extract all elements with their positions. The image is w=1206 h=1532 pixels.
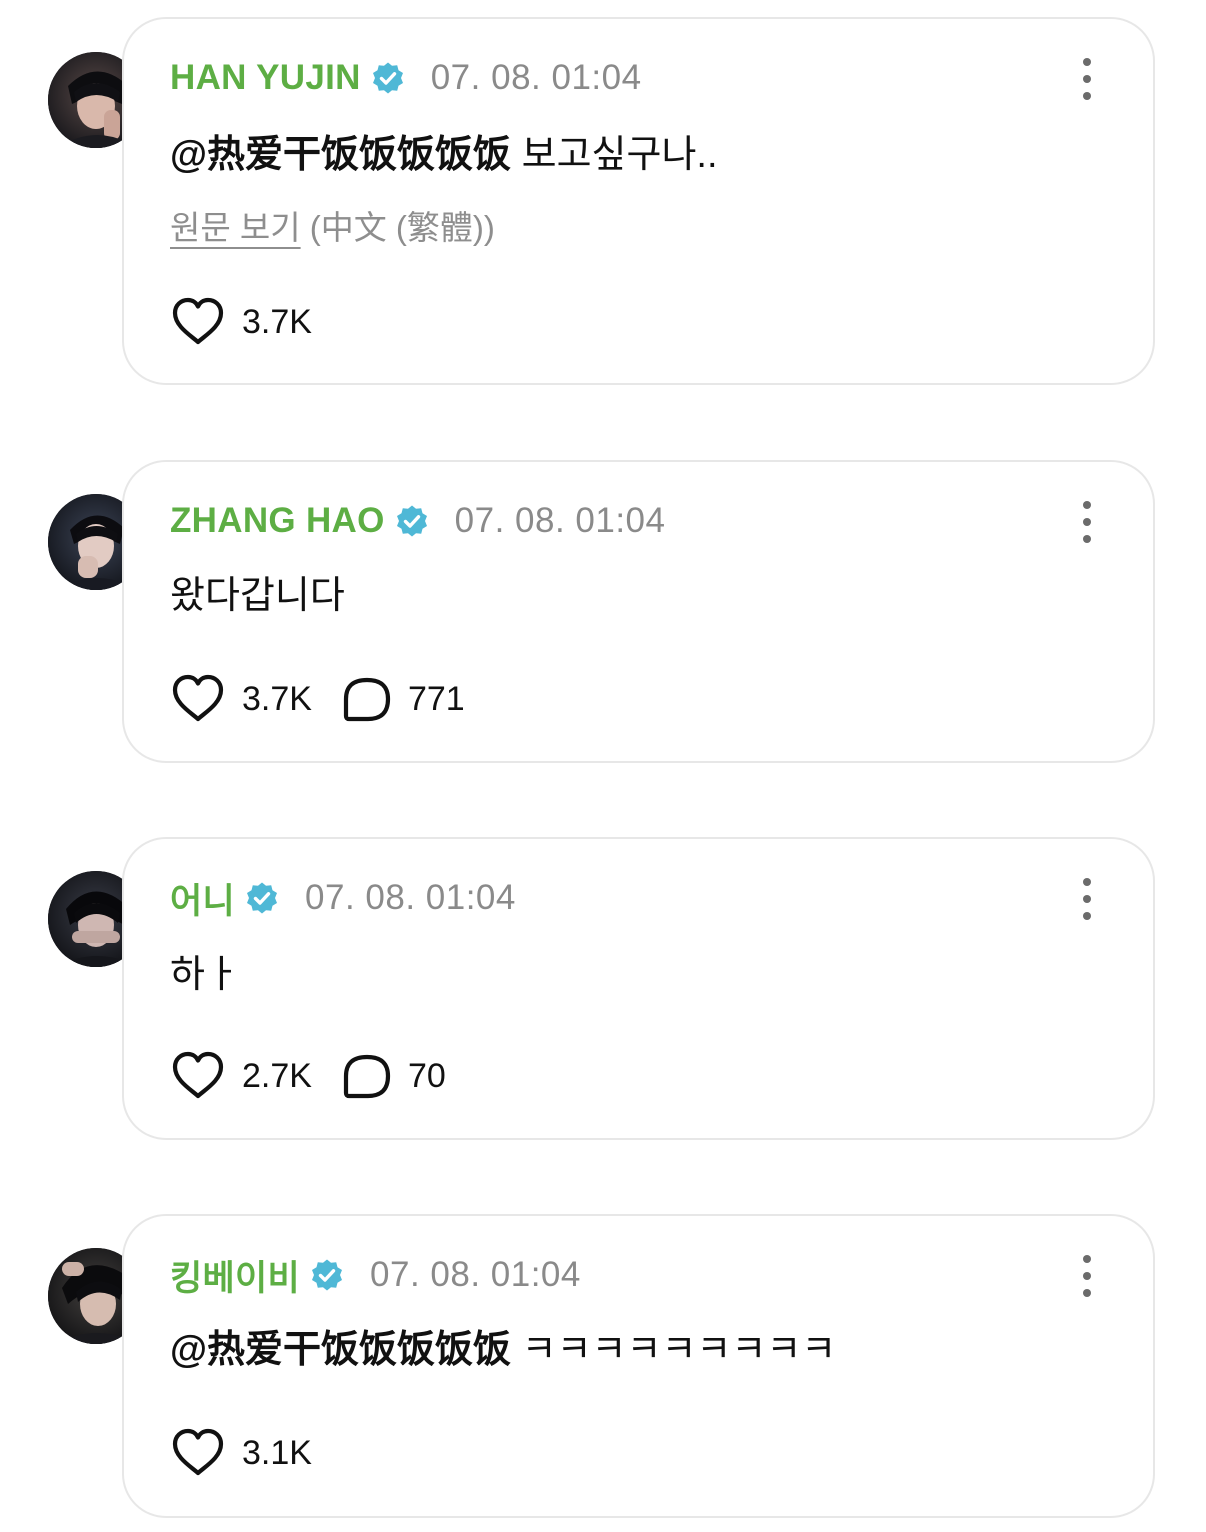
like-button[interactable]: 3.7K (170, 297, 312, 347)
like-count: 2.7K (242, 1056, 312, 1095)
like-button[interactable]: 3.1K (170, 1428, 312, 1478)
comment-card: ZHANG HAO 07. 08. 01:04 왔다갑니다 3.7K 771 (122, 460, 1155, 763)
comment-card: 어니 07. 08. 01:04 하ㅏ 2.7K 70 (122, 837, 1155, 1140)
comment-text: @热爱干饭饭饭饭饭 보고싶구나.. (170, 123, 718, 178)
heart-outline-icon (172, 674, 224, 722)
comment-feed: HAN YUJIN 07. 08. 01:04 @热爱干饭饭饭饭饭 보고싶구나.… (0, 0, 1206, 1532)
like-button[interactable]: 2.7K (170, 1051, 312, 1101)
more-options-icon[interactable] (1079, 57, 1095, 101)
comment-body: ㅋㅋㅋㅋㅋㅋㅋㅋㅋ (511, 1329, 837, 1371)
comment-card: HAN YUJIN 07. 08. 01:04 @热爱干饭饭饭饭饭 보고싶구나.… (122, 17, 1155, 385)
comment-body: 보고싶구나.. (511, 134, 718, 176)
comment-body: 하ㅏ (170, 954, 240, 996)
comment-text: 왔다갑니다 (170, 564, 345, 619)
comment-body: 왔다갑니다 (170, 575, 345, 617)
speech-bubble-icon (343, 1054, 391, 1099)
comment-text: @热爱干饭饭饭饭饭 ㅋㅋㅋㅋㅋㅋㅋㅋㅋ (170, 1318, 836, 1373)
comment-text: 하ㅏ (170, 943, 240, 998)
heart-outline-icon (172, 1428, 224, 1476)
timestamp: 07. 08. 01:04 (430, 58, 642, 97)
timestamp: 07. 08. 01:04 (370, 1255, 581, 1294)
reply-count: 771 (407, 679, 465, 718)
reply-button[interactable]: 771 (342, 675, 465, 723)
more-options-icon[interactable] (1079, 500, 1095, 544)
view-original-link[interactable]: 원문 보기 (170, 209, 301, 246)
reply-button[interactable]: 70 (342, 1052, 446, 1100)
action-bar: 3.7K 771 (170, 672, 465, 726)
more-options-icon[interactable] (1079, 877, 1095, 921)
verified-badge-icon (371, 61, 405, 95)
verified-badge-icon (310, 1258, 344, 1292)
action-bar: 3.7K (170, 295, 312, 349)
timestamp: 07. 08. 01:04 (305, 878, 516, 917)
speech-bubble-icon (343, 677, 391, 722)
like-count: 3.1K (242, 1433, 312, 1472)
verified-badge-icon (395, 504, 429, 538)
verified-badge-icon (245, 881, 279, 915)
like-count: 3.7K (242, 679, 312, 718)
username[interactable]: 킹베이비 (170, 1250, 300, 1301)
comment-header: 킹베이비 07. 08. 01:04 (170, 1252, 581, 1298)
mention-link[interactable]: @热爱干饭饭饭饭饭 (170, 134, 511, 176)
action-bar: 3.1K (170, 1426, 312, 1480)
comment-header: HAN YUJIN 07. 08. 01:04 (170, 55, 642, 101)
comment-card: 킹베이비 07. 08. 01:04 @热爱干饭饭饭饭饭 ㅋㅋㅋㅋㅋㅋㅋㅋㅋ 3… (122, 1214, 1155, 1518)
action-bar: 2.7K 70 (170, 1049, 446, 1103)
username[interactable]: ZHANG HAO (170, 501, 385, 541)
username[interactable]: 어니 (170, 873, 235, 924)
timestamp: 07. 08. 01:04 (454, 501, 666, 540)
more-options-icon[interactable] (1079, 1254, 1095, 1298)
like-button[interactable]: 3.7K (170, 674, 312, 724)
reply-count: 70 (407, 1056, 446, 1095)
heart-outline-icon (172, 1051, 224, 1099)
username[interactable]: HAN YUJIN (170, 58, 361, 98)
mention-link[interactable]: @热爱干饭饭饭饭饭 (170, 1329, 511, 1371)
heart-outline-icon (172, 297, 224, 345)
comment-header: 어니 07. 08. 01:04 (170, 875, 516, 921)
like-count: 3.7K (242, 302, 312, 341)
original-language: (中文 (繁體)) (300, 209, 495, 246)
translation-row: 원문 보기 (中文 (繁體)) (170, 201, 495, 249)
comment-header: ZHANG HAO 07. 08. 01:04 (170, 498, 665, 544)
